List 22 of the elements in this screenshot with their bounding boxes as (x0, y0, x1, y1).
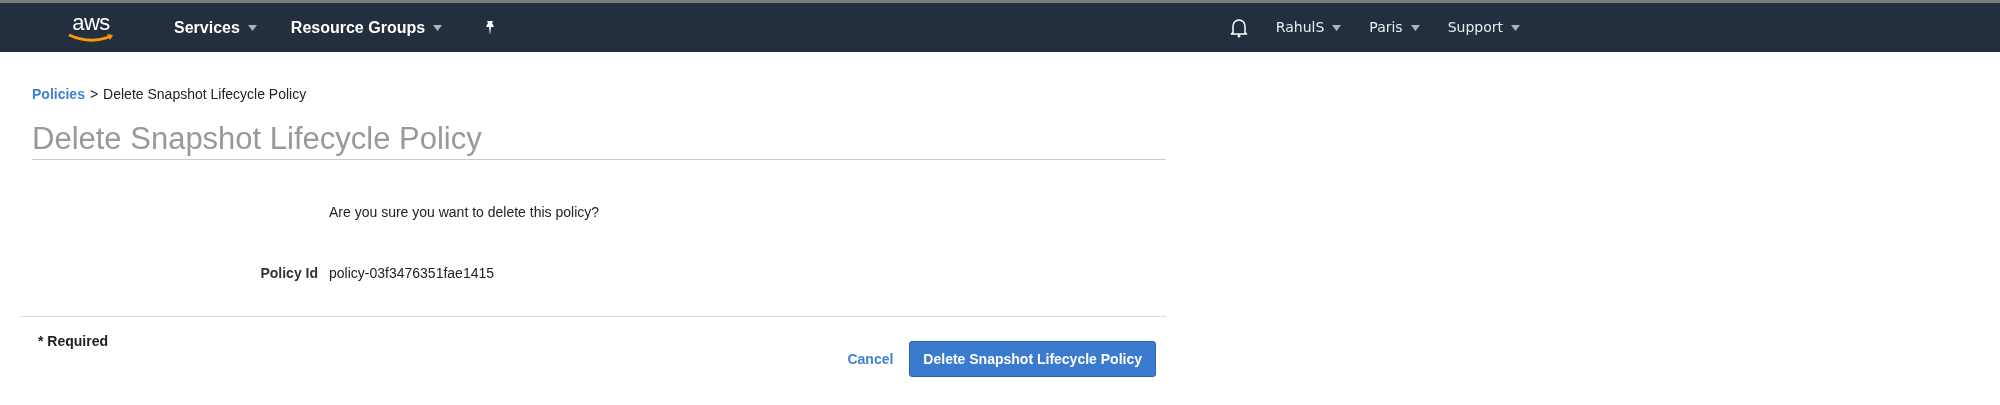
caret-icon (1410, 24, 1420, 31)
bell-icon[interactable] (1229, 17, 1248, 38)
page-title: Delete Snapshot Lifecycle Policy (32, 121, 483, 157)
nav-menu[interactable]: RahulS (1275, 17, 1342, 38)
nav-menu[interactable]: Paris (1369, 17, 1420, 38)
aws-logo[interactable]: aws (66, 12, 116, 43)
required-note: * Required (38, 332, 108, 351)
breadcrumb-current: Delete Snapshot Lifecycle Policy (103, 85, 307, 104)
caret-icon (1332, 24, 1342, 31)
delete-policy-button[interactable]: Delete Snapshot Lifecycle Policy (909, 341, 1156, 377)
breadcrumb-separator: > (89, 85, 99, 104)
nav-menu[interactable]: Resource Groups (290, 15, 443, 40)
caret-icon (247, 24, 257, 31)
field-label: Policy Id (259, 264, 318, 283)
caret-icon (433, 24, 443, 31)
confirmation-question: Are you sure you want to delete this policy? (329, 203, 601, 222)
nav-menu[interactable]: Support (1447, 17, 1520, 38)
field-value: policy-03f3476351fae1415 (329, 264, 495, 283)
breadcrumb-link[interactable]: Policies (32, 84, 85, 105)
caret-icon (1511, 24, 1520, 31)
cancel-link[interactable]: Cancel (847, 348, 894, 370)
nav-menu[interactable]: Services (174, 15, 257, 40)
